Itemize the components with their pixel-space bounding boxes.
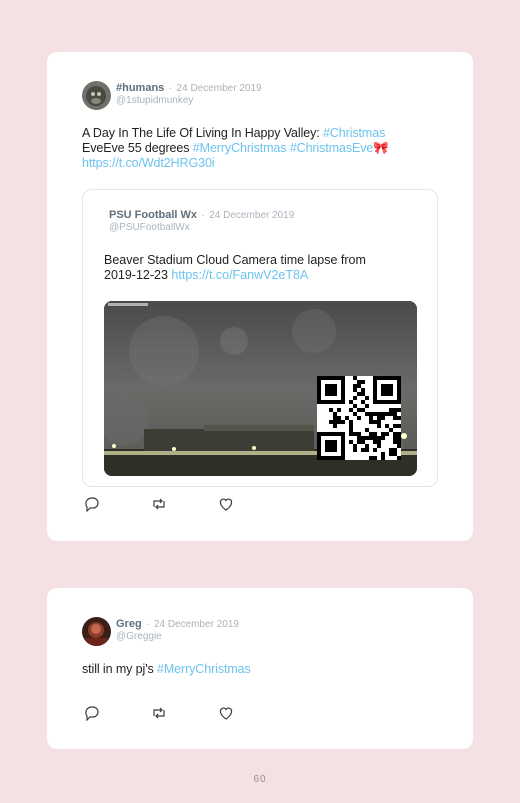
reply-icon[interactable]	[84, 496, 100, 512]
separator: ·	[146, 619, 150, 630]
hashtag-link[interactable]: #MerryChristmas	[157, 662, 251, 676]
text-segment: EveEve 55 degrees	[82, 141, 193, 155]
tweet-card: #humans · 24 December 2019 @1stupidmunke…	[47, 52, 473, 541]
tweet-text: A Day In The Life Of Living In Happy Val…	[82, 126, 389, 171]
reply-icon[interactable]	[84, 705, 100, 721]
quoted-tweet[interactable]: PSU Football Wx · 24 December 2019 @PSUF…	[82, 189, 438, 487]
stadium-video-thumbnail[interactable]	[104, 301, 417, 476]
quoted-text: Beaver Stadium Cloud Camera time lapse f…	[104, 253, 366, 283]
tweet-actions	[84, 705, 285, 721]
quoted-author-name[interactable]: PSU Football Wx	[109, 209, 197, 221]
avatar[interactable]	[82, 617, 111, 646]
retweet-icon[interactable]	[151, 705, 167, 721]
quoted-header: PSU Football Wx · 24 December 2019 @PSUF…	[109, 208, 294, 234]
avatar[interactable]	[82, 81, 111, 110]
qr-code	[317, 376, 401, 460]
tweet-card: Greg · 24 December 2019 @Greggie still i…	[47, 588, 473, 749]
quoted-link[interactable]: https://t.co/FanwV2eT8A	[171, 268, 308, 282]
text-segment: still in my pj's	[82, 662, 158, 676]
tweet-header: Greg · 24 December 2019 @Greggie	[82, 617, 239, 646]
quoted-date: 24 December 2019	[209, 210, 295, 221]
author-handle[interactable]: @1stupidmunkey	[116, 95, 262, 107]
text-segment: Beaver Stadium Cloud Camera time lapse f…	[104, 253, 366, 267]
hashtag-link[interactable]: #ChristmasEve	[290, 141, 374, 155]
page-number: 60	[253, 774, 267, 785]
hashtag-link[interactable]: #Christmas	[323, 126, 385, 140]
like-icon[interactable]	[218, 705, 234, 721]
author-name[interactable]: Greg	[116, 618, 142, 630]
tweet-link[interactable]: https://t.co/Wdt2HRG30i	[82, 156, 215, 170]
retweet-icon[interactable]	[151, 496, 167, 512]
text-segment: A Day In The Life Of Living In Happy Val…	[82, 126, 324, 140]
like-icon[interactable]	[218, 496, 234, 512]
quoted-handle[interactable]: @PSUFootballWx	[109, 222, 294, 234]
tweet-actions	[84, 496, 285, 512]
separator: ·	[168, 83, 173, 94]
separator: ·	[201, 210, 205, 221]
author-name[interactable]: #humans	[116, 82, 164, 94]
tweet-date: 24 December 2019	[153, 619, 239, 630]
hashtag-link[interactable]: #MerryChristmas	[193, 141, 287, 155]
tweet-text: still in my pj's #MerryChristmas	[82, 662, 251, 677]
ribbon-emoji: 🎀	[373, 141, 389, 155]
tweet-date: 24 December 2019	[176, 83, 262, 94]
text-segment: 2019-12-23	[104, 268, 172, 282]
author-handle[interactable]: @Greggie	[116, 631, 239, 643]
tweet-header: #humans · 24 December 2019 @1stupidmunke…	[82, 81, 262, 110]
